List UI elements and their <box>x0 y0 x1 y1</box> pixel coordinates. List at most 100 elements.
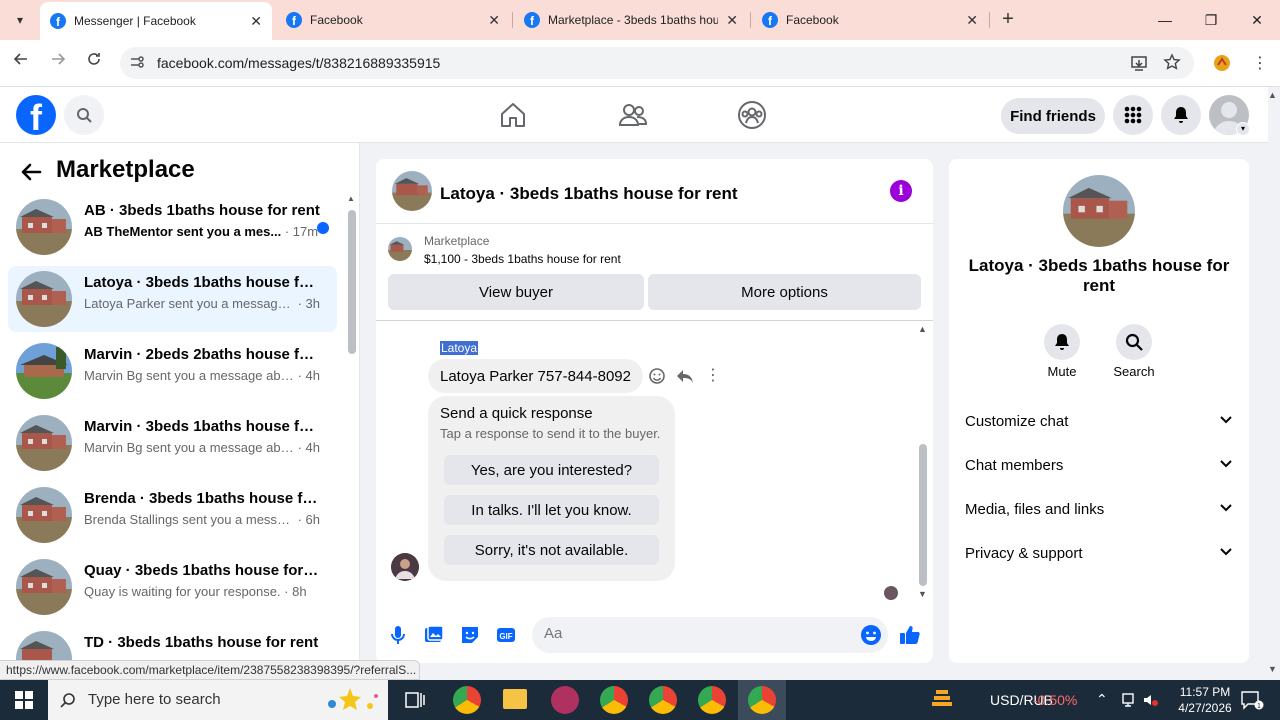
conversation-item[interactable]: AB · 3beds 1baths house for rent AB TheM… <box>8 194 337 260</box>
sticker-icon[interactable] <box>458 623 482 647</box>
conversation-item[interactable]: Brenda · 3beds 1baths house for rent Bre… <box>8 482 337 548</box>
app-icon[interactable] <box>551 686 579 714</box>
restore-button[interactable]: ❐ <box>1196 8 1226 32</box>
url-text[interactable]: facebook.com/messages/t/838216889335915 <box>157 55 440 71</box>
page-scroll-up-icon[interactable]: ▲ <box>1268 90 1277 100</box>
friends-nav-icon[interactable] <box>617 99 649 131</box>
listing-price-title[interactable]: $1,100 - 3beds 1baths house for rent <box>424 252 621 266</box>
conversation-item-active[interactable]: Latoya · 3beds 1baths house for rent Lat… <box>8 266 337 332</box>
site-info-icon[interactable] <box>128 54 146 72</box>
volume-muted-icon[interactable] <box>1142 692 1160 713</box>
facebook-favicon-icon: f <box>50 13 66 29</box>
windows-start-icon[interactable] <box>0 680 48 720</box>
privacy-support-section[interactable]: Privacy & support <box>965 541 1233 565</box>
chrome-icon[interactable] <box>698 686 726 714</box>
mute-label: Mute <box>1047 364 1077 379</box>
install-app-icon[interactable] <box>1130 54 1148 77</box>
section-label: Media, files and links <box>965 500 1105 518</box>
home-nav-icon[interactable] <box>497 99 529 131</box>
task-view-icon[interactable] <box>404 689 426 716</box>
conversation-info-icon[interactable]: i <box>890 180 912 202</box>
conversation-item[interactable]: Quay · 3beds 1baths house for rent Quay … <box>8 554 337 620</box>
search-label: Search <box>1113 364 1155 379</box>
chat-title[interactable]: Latoya · 3beds 1baths house for rent <box>440 184 738 204</box>
extension-icon[interactable] <box>1212 53 1232 78</box>
groups-nav-icon[interactable] <box>736 99 768 131</box>
conversation-item[interactable]: TD · 3beds 1baths house for rent <box>8 626 337 660</box>
scroll-up-arrow-icon[interactable]: ▲ <box>347 194 355 203</box>
reply-icon[interactable] <box>675 366 695 386</box>
chat-members-section[interactable]: Chat members <box>965 453 1233 477</box>
back-arrow-icon[interactable] <box>18 158 46 186</box>
taskbar-search-box[interactable]: Type here to search <box>48 680 388 720</box>
search-in-chat-button[interactable] <box>1116 324 1152 360</box>
conversation-item[interactable]: Marvin · 3beds 1baths house for rent Mar… <box>8 410 337 476</box>
tab-close-icon[interactable]: ✕ <box>250 13 262 30</box>
tab-messenger[interactable]: f Messenger | Facebook ✕ <box>40 2 272 40</box>
scroll-up-arrow-icon[interactable]: ▲ <box>918 324 927 334</box>
tab-close-icon[interactable]: ✕ <box>726 12 738 29</box>
find-friends-button[interactable]: Find friends <box>1001 98 1105 134</box>
voice-clip-icon[interactable] <box>386 623 410 647</box>
browser-menu-icon[interactable]: ⋮ <box>1252 53 1268 73</box>
new-tab-button[interactable]: + <box>996 8 1020 32</box>
message-bubble[interactable]: Latoya Parker 757-844-8092 <box>428 359 643 393</box>
file-explorer-icon[interactable] <box>503 689 527 709</box>
tab-search-chevron-icon[interactable]: ▾ <box>6 8 34 32</box>
chat-scrollbar[interactable] <box>919 444 927 586</box>
details-thumbnail[interactable] <box>1063 175 1135 247</box>
tab-marketplace[interactable]: f Marketplace - 3beds 1baths house for r… <box>514 0 748 40</box>
quick-response-not-available[interactable]: Sorry, it's not available. <box>444 535 659 565</box>
chat-list-scrollbar[interactable] <box>348 210 356 354</box>
close-window-button[interactable]: ✕ <box>1242 8 1272 32</box>
conversation-item[interactable]: Marvin · 2beds 2baths house for rent Mar… <box>8 338 337 404</box>
quick-response-title: Send a quick response <box>440 405 593 422</box>
react-emoji-icon[interactable] <box>647 366 667 386</box>
tab-facebook-1[interactable]: f Facebook ✕ <box>276 0 510 40</box>
back-button[interactable] <box>8 50 34 76</box>
minimize-button[interactable]: — <box>1150 8 1180 32</box>
chat-header-thumbnail[interactable] <box>392 171 432 211</box>
quick-response-in-talks[interactable]: In talks. I'll let you know. <box>444 495 659 525</box>
chrome-icon[interactable] <box>600 686 628 714</box>
page-scroll-down-icon[interactable]: ▼ <box>1268 664 1277 674</box>
bookmark-star-icon[interactable] <box>1163 53 1181 76</box>
notification-center-icon[interactable]: 1 <box>1240 690 1264 715</box>
marketplace-title: Marketplace <box>56 156 195 183</box>
forward-button[interactable] <box>45 50 71 76</box>
media-files-links-section[interactable]: Media, files and links <box>965 497 1233 521</box>
chrome-profile-u-icon[interactable] <box>453 686 481 714</box>
scroll-down-arrow-icon[interactable]: ▼ <box>918 589 927 599</box>
network-icon[interactable] <box>1120 692 1136 713</box>
chrome-icon[interactable] <box>649 686 677 714</box>
view-buyer-button[interactable]: View buyer <box>388 274 644 310</box>
mute-button[interactable] <box>1044 324 1080 360</box>
conversation-preview: AB TheMentor sent you a mes... · 17m <box>84 224 319 239</box>
account-chevron-icon[interactable]: ▾ <box>1236 122 1250 136</box>
tab-close-icon[interactable]: ✕ <box>966 12 978 29</box>
emoji-picker-icon[interactable] <box>859 623 883 647</box>
message-more-icon[interactable]: ⋮ <box>703 366 723 386</box>
more-options-button[interactable]: More options <box>648 274 921 310</box>
facebook-search-button[interactable] <box>64 95 104 135</box>
tab-facebook-2[interactable]: f Facebook ✕ <box>752 0 988 40</box>
message-composer[interactable] <box>532 617 888 653</box>
customize-chat-section[interactable]: Customize chat <box>965 409 1233 433</box>
sender-avatar[interactable] <box>391 553 419 581</box>
message-input[interactable] <box>544 625 844 642</box>
chrome-active-icon[interactable] <box>748 686 776 714</box>
menu-grid-button[interactable] <box>1113 95 1153 135</box>
quick-response-yes[interactable]: Yes, are you interested? <box>444 455 659 485</box>
like-thumbs-up-icon[interactable] <box>898 623 922 647</box>
stocks-widget-icon[interactable] <box>930 688 954 717</box>
facebook-logo-icon[interactable]: f <box>16 95 56 135</box>
marketplace-label: Marketplace <box>424 234 490 248</box>
attach-photo-icon[interactable] <box>422 623 446 647</box>
reload-button[interactable] <box>81 50 107 76</box>
system-clock[interactable]: 11:57 PM 4/27/2026 <box>1170 684 1240 716</box>
notifications-bell-button[interactable] <box>1161 95 1201 135</box>
tab-divider <box>512 12 513 28</box>
tray-chevron-up-icon[interactable]: ⌃ <box>1096 691 1108 708</box>
tab-close-icon[interactable]: ✕ <box>488 12 500 29</box>
gif-icon[interactable]: GIF <box>494 623 518 647</box>
